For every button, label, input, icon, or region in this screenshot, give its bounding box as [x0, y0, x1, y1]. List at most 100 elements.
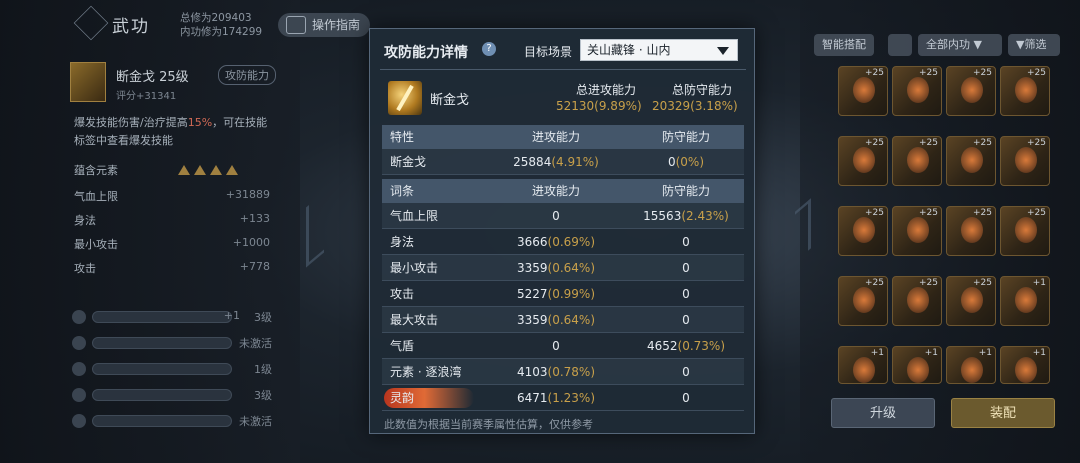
inner-cultivation: 内功修为174299 [180, 26, 263, 38]
item-badge: +1 [924, 348, 938, 358]
defense-pct: (0%) [675, 155, 705, 169]
attack-value: 6471 [516, 391, 548, 405]
inventory-item[interactable]: +1 [946, 346, 996, 384]
item-badge: +25 [919, 208, 938, 218]
filter-label: 筛选 [1024, 38, 1047, 51]
inventory-item[interactable]: +25 [946, 276, 996, 326]
defense-value: 15563 [643, 209, 682, 223]
slot-level: 1级 [254, 363, 272, 376]
attack-value: 0 [552, 339, 560, 353]
inventory-item[interactable]: +1 [838, 346, 888, 384]
row-name: 元素 · 逐浪湾 [390, 365, 462, 379]
inventory-item[interactable]: +25 [946, 136, 996, 186]
total-cultivation: 总修为209403 [180, 12, 252, 24]
cultivation-stats: 总修为209403 内功修为174299 [180, 11, 262, 39]
item-badge: +25 [973, 278, 992, 288]
row-name: 气血上限 [390, 209, 439, 223]
attribute-name: 攻击 [74, 262, 96, 275]
desc-part1: 爆发技能伤害/治疗提高 [74, 116, 188, 129]
row-attack: 3666(0.69%) [496, 229, 616, 255]
item-badge: +1 [870, 348, 884, 358]
skill-card[interactable]: 断金戈 25级 攻防能力 评分+31341 [70, 60, 280, 104]
header-col2: 进攻能力 [531, 130, 580, 144]
attack-pct: (0.99%) [547, 287, 596, 301]
attack-value: 3666 [516, 235, 548, 249]
skill-tag-button[interactable]: 攻防能力 [218, 65, 276, 85]
inventory-item[interactable]: +1 [1000, 346, 1050, 384]
table-header: 特性 进攻能力 防守能力 [382, 125, 744, 149]
equip-button[interactable]: 装配 [951, 398, 1055, 428]
element-icon [226, 165, 238, 175]
attribute-row: 攻击 +778 [74, 260, 274, 278]
attack-pct: (4.91%) [551, 155, 599, 169]
attack-value: 0 [552, 209, 560, 223]
inventory-item[interactable]: +1 [892, 346, 942, 384]
guide-button[interactable]: 操作指南 [278, 13, 370, 37]
prev-arrow-icon[interactable] [306, 192, 324, 268]
book-icon [286, 16, 306, 34]
inventory-item[interactable]: +25 [892, 276, 942, 326]
entry-table: 词条 进攻能力 防守能力 气血上限 0 15563(2.43%) 身法 3666(0.… [382, 179, 744, 411]
inventory-item[interactable]: +25 [892, 66, 942, 116]
inventory-item[interactable]: +25 [892, 206, 942, 256]
slot-level: 3级 [254, 311, 272, 324]
scene-select[interactable]: 关山藏锋 · 山内 [580, 39, 738, 61]
inventory-item[interactable]: +25 [1000, 66, 1050, 116]
item-badge: +25 [865, 138, 884, 148]
slot-icon [72, 310, 86, 324]
defense-pct: (2.43%) [681, 209, 729, 223]
attribute-name: 气血上限 [74, 190, 118, 203]
slot-level: 未激活 [239, 415, 272, 428]
item-badge: +1 [978, 348, 992, 358]
stats-icon[interactable] [888, 34, 912, 56]
inventory-item[interactable]: +25 [838, 206, 888, 256]
smart-match-button[interactable]: 智能搭配 [814, 34, 874, 56]
element-slot[interactable]: +1 3级 [70, 308, 280, 326]
scene-label: 目标场景 [524, 45, 573, 59]
element-slot[interactable]: 3级 [70, 386, 280, 404]
inventory-item[interactable]: +25 [1000, 136, 1050, 186]
row-name: 气盾 [390, 339, 415, 353]
header-col3: 防守能力 [661, 130, 710, 144]
attribute-row: 最小攻击 +1000 [74, 236, 274, 254]
filter-dropdown-label: 全部内功 [926, 38, 970, 51]
defense-value: 0 [682, 261, 690, 275]
item-badge: +25 [919, 68, 938, 78]
inventory-item[interactable]: +1 [1000, 276, 1050, 326]
item-badge: +25 [973, 208, 992, 218]
element-slot[interactable]: 未激活 [70, 412, 280, 430]
defense-pct: (0.73%) [677, 339, 726, 353]
inventory-item[interactable]: +25 [892, 136, 942, 186]
element-slot[interactable]: 1级 [70, 360, 280, 378]
element-slot[interactable]: 未激活 [70, 334, 280, 352]
item-badge: +25 [1027, 68, 1046, 78]
table-row: 气盾 0 4652(0.73%) [382, 333, 744, 359]
inventory-item[interactable]: +25 [946, 206, 996, 256]
filter-dropdown[interactable]: 全部内功 ▼ [918, 34, 1002, 56]
item-badge: +25 [919, 278, 938, 288]
attack-pct: (0.69%) [547, 235, 596, 249]
inventory-item[interactable]: +25 [946, 66, 996, 116]
attack-pct: (0.64%) [547, 261, 596, 275]
row-defense: 0 [626, 281, 746, 307]
help-icon[interactable]: ? [482, 42, 496, 56]
slot-level: 3级 [254, 389, 272, 402]
upgrade-button[interactable]: 升级 [831, 398, 935, 428]
attribute-row: 气血上限 +31889 [74, 188, 274, 206]
row-attack: 4103(0.78%) [496, 359, 616, 385]
row-name: 最小攻击 [390, 261, 439, 275]
table-row: 元素 · 逐浪湾 4103(0.78%) 0 [382, 359, 744, 385]
row-defense: 0 [626, 229, 746, 255]
row-defense: 0 [626, 255, 746, 281]
header-col3: 防守能力 [661, 184, 710, 198]
row-defense: 0 [626, 307, 746, 333]
inventory-item[interactable]: +25 [1000, 206, 1050, 256]
row-defense: 0(0%) [626, 149, 746, 175]
row-defense: 15563(2.43%) [626, 203, 746, 229]
inventory-item[interactable]: +25 [838, 66, 888, 116]
skill-icon [388, 81, 422, 115]
inventory-item[interactable]: +25 [838, 136, 888, 186]
guide-label: 操作指南 [312, 18, 361, 32]
filter-button[interactable]: ▼筛选 [1008, 34, 1060, 56]
inventory-item[interactable]: +25 [838, 276, 888, 326]
